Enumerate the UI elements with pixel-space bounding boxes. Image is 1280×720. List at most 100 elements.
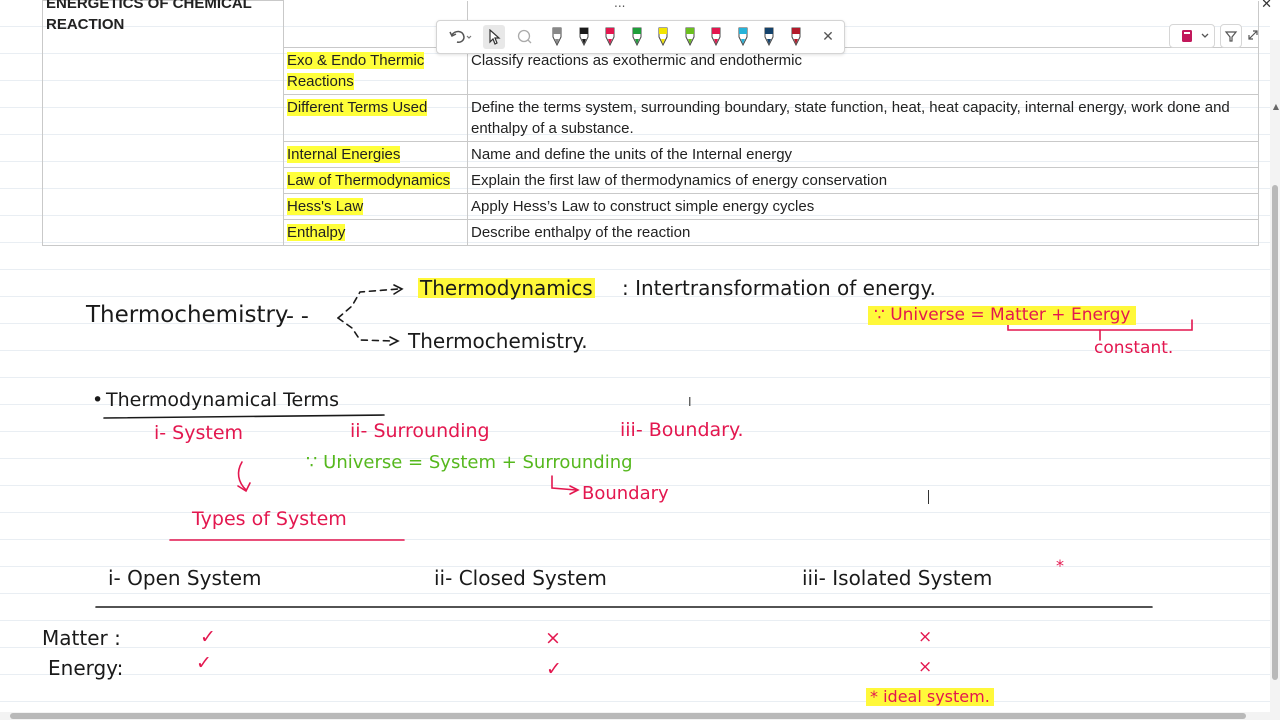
black-pen-button[interactable] <box>574 21 594 53</box>
term-surrounding: ii- Surrounding <box>350 420 490 442</box>
expand-button[interactable] <box>1246 27 1260 46</box>
topic-text: Internal Energies <box>287 145 401 163</box>
open-energy-tick: ✓ <box>196 652 212 674</box>
topic-text: Exo & Endo Thermic Reactions <box>287 51 425 90</box>
window-dots[interactable]: ... <box>614 0 625 10</box>
universe-system-surrounding: ∵ Universe = System + Surrounding <box>306 452 633 473</box>
notebook-color-button[interactable] <box>1169 24 1215 48</box>
ideal-system-note: * ideal system. <box>866 688 994 706</box>
vertical-scrollbar[interactable]: ▲ <box>1270 40 1280 712</box>
pointer-icon <box>489 29 501 45</box>
system-arrowhead <box>237 482 251 493</box>
dark-red-pen-button[interactable] <box>786 21 806 53</box>
navy-pen-button[interactable] <box>759 21 779 53</box>
horizontal-scroll-thumb[interactable] <box>10 713 1246 719</box>
open-matter-tick: ✓ <box>200 626 216 648</box>
scroll-up-icon[interactable]: ▲ <box>1273 102 1279 111</box>
undo-icon <box>449 30 472 43</box>
cyan-pen-icon <box>738 27 747 47</box>
eraser-pen-button[interactable] <box>547 21 567 53</box>
dash-connector: - - <box>286 304 309 329</box>
expand-icon <box>1248 30 1258 40</box>
topic-cell: Internal Energies <box>283 140 468 168</box>
topic-text: Law of Thermodynamics <box>287 171 451 189</box>
closed-energy-tick: ✓ <box>546 658 562 680</box>
magenta-pen-icon <box>711 27 721 47</box>
yellow-highlighter-button[interactable] <box>653 21 673 53</box>
select-tool-button[interactable] <box>483 21 505 53</box>
thermodynamics-term: Thermodynamics <box>418 276 595 300</box>
dark-red-pen-icon <box>791 27 800 47</box>
thermochemistry-branch: Thermochemistry. <box>408 329 588 353</box>
arrowhead-top <box>393 284 404 295</box>
section-label: ENERGETICS OF CHEMICAL REACTION <box>46 0 252 33</box>
lime-pen-button[interactable] <box>680 21 700 53</box>
isolated-matter-cross: × <box>918 627 933 647</box>
horizontal-scrollbar[interactable] <box>0 712 1280 720</box>
constant-note: constant. <box>1094 338 1174 358</box>
topic-text: Hess's Law <box>287 197 364 215</box>
isolated-star: * <box>1056 556 1064 575</box>
red-pen-icon <box>605 27 615 47</box>
text-caret <box>928 490 929 504</box>
thermochemistry-root: Thermochemistry <box>86 302 289 328</box>
objective-cell: Name and define the units of the Interna… <box>467 140 1259 168</box>
energy-label: Energy: <box>48 656 124 680</box>
branch-arrow-top <box>337 288 399 319</box>
type-open-system: i- Open System <box>108 566 262 590</box>
topic-cell: Law of Thermodynamics <box>283 166 468 194</box>
type-isolated-system: iii- Isolated System <box>802 566 993 590</box>
arrowhead-bottom <box>389 336 400 346</box>
topic-cell: Different Terms Used <box>283 93 468 142</box>
notebook-page[interactable]: ENERGETICS OF CHEMICAL REACTION Exo & En… <box>0 0 1270 712</box>
boundary-note: Boundary <box>582 483 669 504</box>
topic-text: Enthalpy <box>287 223 346 241</box>
universe-matter-energy: ∵ Universe = Matter + Energy <box>868 306 1137 325</box>
term-boundary: iii- Boundary. <box>620 419 744 441</box>
green-pen-button[interactable] <box>627 21 647 53</box>
yellow-highlighter-icon <box>658 27 668 47</box>
type-closed-system: ii- Closed System <box>434 566 607 590</box>
bullet: • <box>92 389 104 411</box>
objective-cell: Classify reactions as exothermic and end… <box>467 46 1259 95</box>
toolbar-close-icon[interactable]: ✕ <box>817 21 839 53</box>
pen-toolbar: ✕ <box>436 20 845 54</box>
objective-cell: Define the terms system, surrounding bou… <box>467 93 1259 142</box>
objective-cell: Apply Hess’s Law to construct simple ene… <box>467 192 1259 220</box>
types-heading: Types of System <box>192 508 347 530</box>
lime-pen-icon <box>685 27 694 47</box>
isolated-energy-cross: × <box>918 657 933 677</box>
black-pen-icon <box>579 27 588 47</box>
thermodynamics-definition: : Intertransformation of energy. <box>622 276 936 300</box>
window-close-icon[interactable]: ✕ <box>1261 0 1272 12</box>
objective-cell: Explain the first law of thermodynamics … <box>467 166 1259 194</box>
topic-text: Different Terms Used <box>287 98 428 116</box>
matter-label: Matter : <box>42 626 121 650</box>
magenta-pen-button[interactable] <box>706 21 726 53</box>
topic-cell: Exo & Endo Thermic Reactions <box>283 46 468 95</box>
closed-matter-cross: × <box>545 627 561 649</box>
boundary-arrowhead <box>569 485 580 495</box>
system-arrow <box>237 461 247 491</box>
vertical-scroll-thumb[interactable] <box>1272 185 1278 680</box>
red-pen-button[interactable] <box>600 21 620 53</box>
cyan-pen-button[interactable] <box>733 21 753 53</box>
filter-icon <box>1224 31 1238 42</box>
lasso-tool-button[interactable] <box>513 21 537 53</box>
terms-underline <box>103 414 385 419</box>
terms-heading: Thermodynamical Terms <box>106 389 340 411</box>
navy-pen-icon <box>764 27 774 47</box>
objective-cell: Describe enthalpy of the reaction <box>467 218 1259 246</box>
lasso-icon <box>517 29 532 44</box>
boundary-arrow <box>551 475 577 491</box>
branch-arrow-bottom <box>337 317 395 342</box>
filter-button[interactable] <box>1220 24 1242 48</box>
section-cell: ENERGETICS OF CHEMICAL REACTION <box>42 0 284 246</box>
ibeam-cursor-icon: I <box>688 395 692 409</box>
notebook-icon <box>1182 30 1209 42</box>
topic-cell: Enthalpy <box>283 218 468 246</box>
term-system: i- System <box>154 422 244 444</box>
undo-button[interactable] <box>443 21 477 53</box>
green-pen-icon <box>632 27 641 47</box>
topic-cell: Hess's Law <box>283 192 468 220</box>
